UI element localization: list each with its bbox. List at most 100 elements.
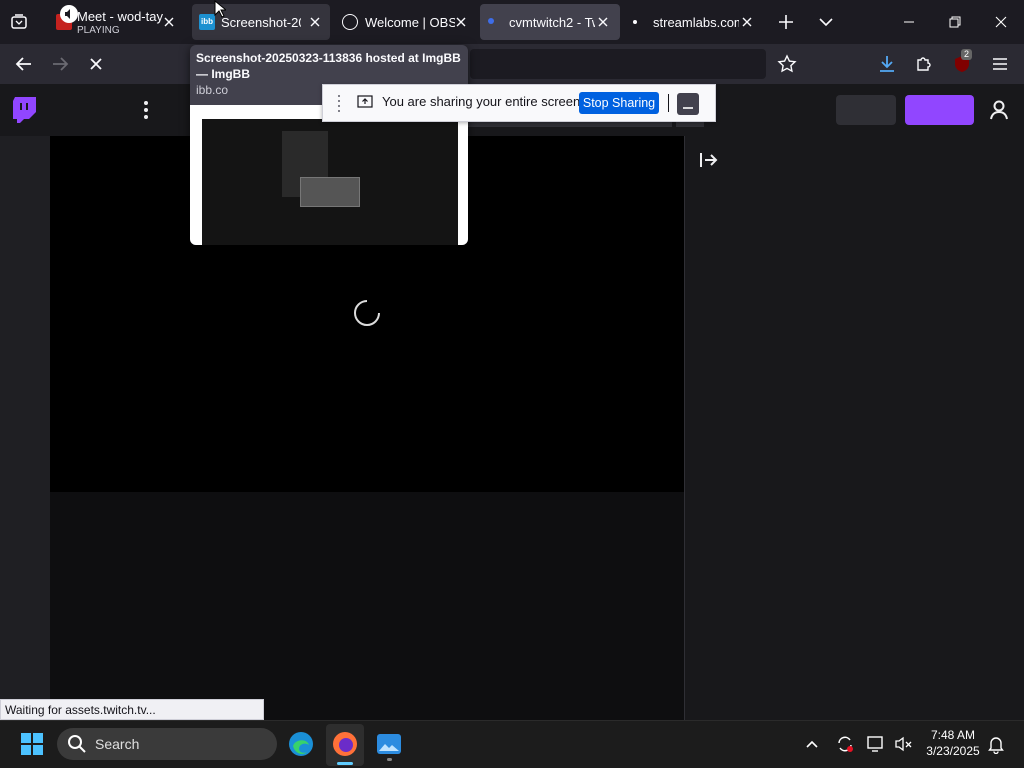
thumbnail-image bbox=[202, 119, 458, 245]
downloads-button[interactable] bbox=[876, 53, 898, 75]
arrow-left-icon bbox=[15, 57, 31, 71]
collapse-right-icon bbox=[700, 153, 718, 167]
firefox-icon bbox=[333, 732, 357, 756]
new-tab-button[interactable] bbox=[776, 12, 796, 32]
log-in-button[interactable] bbox=[836, 95, 896, 125]
tab-streamlabs[interactable]: streamlabs.com/ bbox=[624, 4, 762, 40]
close-window-button[interactable] bbox=[978, 0, 1024, 44]
restore-button[interactable] bbox=[932, 0, 978, 44]
menu-button[interactable] bbox=[989, 53, 1011, 75]
tab-obs[interactable]: Welcome | OBS bbox=[334, 4, 476, 40]
close-icon bbox=[90, 58, 102, 70]
user-menu-button[interactable] bbox=[988, 99, 1010, 121]
extension-badge: 2 bbox=[961, 49, 973, 60]
close-tab-icon[interactable] bbox=[738, 13, 756, 31]
start-button[interactable] bbox=[20, 732, 44, 756]
chevron-down-icon bbox=[819, 18, 833, 27]
restore-icon bbox=[949, 16, 961, 28]
chevron-up-icon bbox=[806, 740, 818, 748]
arrow-right-icon bbox=[53, 57, 69, 71]
share-screen-icon bbox=[357, 94, 373, 110]
clock-date: 3/23/2025 bbox=[926, 744, 980, 758]
tab-preview-host: ibb.co bbox=[196, 83, 229, 97]
tab-title: streamlabs.com/ bbox=[653, 15, 739, 30]
download-icon bbox=[880, 56, 894, 72]
extensions-button[interactable] bbox=[913, 53, 935, 75]
forward-button[interactable] bbox=[49, 53, 71, 75]
tab-title: Welcome | OBS bbox=[365, 15, 455, 30]
status-panel: Waiting for assets.twitch.tv... bbox=[0, 699, 264, 720]
minimize-button[interactable] bbox=[886, 0, 932, 44]
loading-icon bbox=[488, 18, 494, 24]
close-tab-icon[interactable] bbox=[306, 13, 324, 31]
stop-loading-button[interactable] bbox=[85, 53, 107, 75]
chat-panel bbox=[684, 136, 1024, 720]
volume-tray-icon[interactable] bbox=[893, 734, 913, 754]
vertical-dots-icon bbox=[144, 101, 148, 119]
more-options-button[interactable] bbox=[138, 99, 154, 121]
minimize-sharing-bar-button[interactable] bbox=[677, 93, 699, 115]
edge-icon bbox=[289, 732, 313, 756]
notifications-button[interactable] bbox=[986, 734, 1006, 754]
tab-imgbb[interactable]: ibb Screenshot-20 bbox=[192, 4, 330, 40]
plus-icon bbox=[779, 15, 793, 29]
tab-title: cvmtwitch2 - Tw bbox=[509, 15, 595, 30]
edge-taskbar-button[interactable] bbox=[288, 731, 314, 757]
tab-title: Screenshot-20 bbox=[221, 15, 301, 30]
puzzle-icon bbox=[917, 57, 931, 71]
tab-twitch[interactable]: cvmtwitch2 - Tw bbox=[480, 4, 620, 40]
close-tab-icon[interactable] bbox=[160, 13, 178, 31]
sync-tray-icon[interactable] bbox=[835, 734, 855, 754]
windows-logo-icon bbox=[21, 733, 43, 755]
active-indicator bbox=[337, 762, 353, 765]
minimize-icon bbox=[904, 21, 914, 23]
bell-icon bbox=[988, 737, 1004, 754]
drag-handle[interactable] bbox=[337, 94, 341, 112]
sign-up-button[interactable] bbox=[905, 95, 974, 125]
loading-icon bbox=[633, 20, 637, 24]
clock-time: 7:48 AM bbox=[930, 728, 976, 742]
running-indicator bbox=[387, 758, 392, 761]
tab-overview-icon bbox=[11, 14, 27, 29]
twitch-logo-icon bbox=[13, 97, 36, 123]
screen-sharing-bar: You are sharing your entire screen. Stop… bbox=[322, 84, 716, 122]
close-icon bbox=[995, 16, 1007, 28]
audio-playing-icon[interactable] bbox=[60, 5, 78, 23]
search-icon bbox=[68, 735, 86, 753]
divider bbox=[668, 94, 669, 112]
network-tray-icon[interactable] bbox=[866, 734, 886, 754]
ublock-extension-button[interactable]: 2 bbox=[951, 49, 973, 75]
hamburger-icon bbox=[993, 58, 1007, 70]
collapse-chat-button[interactable] bbox=[698, 150, 720, 170]
twitch-logo[interactable] bbox=[12, 96, 38, 124]
side-nav bbox=[0, 136, 50, 720]
url-bar[interactable] bbox=[470, 49, 766, 79]
taskbar-search[interactable]: Search bbox=[57, 728, 277, 760]
show-hidden-icons-button[interactable] bbox=[804, 736, 820, 752]
channel-info-area bbox=[50, 492, 684, 720]
close-tab-icon[interactable] bbox=[594, 13, 612, 31]
sharing-message: You are sharing your entire screen. bbox=[382, 94, 584, 109]
volume-muted-icon bbox=[895, 736, 912, 752]
tab-playing-label: PLAYING bbox=[77, 25, 120, 36]
close-tab-icon[interactable] bbox=[452, 13, 470, 31]
tab-meet[interactable]: Meet - wod-tayg PLAYING bbox=[44, 4, 188, 40]
tab-title: Meet - wod-tayg bbox=[77, 9, 163, 24]
network-icon bbox=[867, 736, 883, 752]
clock[interactable]: 7:48 AM 3/23/2025 bbox=[920, 728, 986, 758]
grip-icon bbox=[338, 95, 340, 112]
search-label: Search bbox=[95, 736, 140, 752]
thumbnail-dialog bbox=[300, 177, 360, 207]
tab-overview-button[interactable] bbox=[8, 11, 30, 33]
photos-taskbar-button[interactable] bbox=[376, 731, 402, 761]
stop-sharing-button[interactable]: Stop Sharing bbox=[579, 92, 659, 114]
star-icon bbox=[777, 54, 797, 73]
back-button[interactable] bbox=[13, 53, 35, 75]
loading-spinner bbox=[352, 298, 382, 328]
mouse-cursor bbox=[214, 0, 226, 18]
list-tabs-button[interactable] bbox=[816, 12, 836, 32]
firefox-taskbar-button[interactable] bbox=[326, 724, 364, 766]
user-icon bbox=[990, 100, 1008, 120]
obs-favicon bbox=[342, 14, 358, 30]
bookmark-button[interactable] bbox=[776, 53, 798, 75]
